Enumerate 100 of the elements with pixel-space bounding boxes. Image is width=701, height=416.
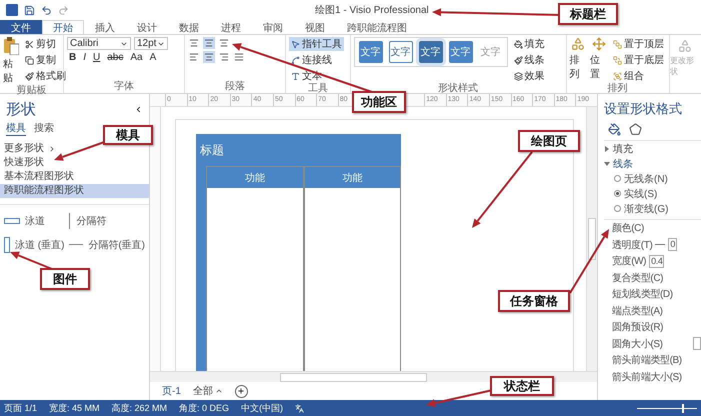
arrange-button[interactable]: 位置 [590, 37, 607, 81]
master-shape[interactable]: 泳道 [4, 213, 66, 229]
panel-title: 设置形状格式 [604, 100, 683, 118]
ribbon-tab[interactable]: 开始 [42, 20, 84, 34]
style-swatch[interactable]: 文字 [448, 41, 472, 63]
align-button[interactable] [202, 37, 215, 49]
status-text: 高度: 262 MM [112, 402, 168, 414]
add-page-button[interactable] [234, 384, 248, 398]
arrange-button[interactable]: 组合 [610, 69, 666, 83]
more-shapes-menu[interactable]: 更多形状 [0, 142, 149, 156]
align-icon [218, 52, 229, 62]
swimlane-shape[interactable]: 标题 功能 功能 [196, 134, 401, 371]
value-field[interactable] [693, 337, 701, 350]
page-tab[interactable]: 页-1 [162, 384, 181, 398]
bucket-icon[interactable] [608, 123, 621, 136]
language-icon[interactable] [295, 404, 304, 412]
value-field[interactable]: 0 [668, 238, 677, 252]
vertical-scrollbar[interactable] [586, 107, 597, 371]
collapse-icon[interactable] [134, 105, 143, 114]
lane-icon [4, 218, 20, 224]
all-pages-button[interactable]: 全部 [192, 384, 223, 398]
radio-option[interactable]: 实线(S) [604, 186, 701, 201]
pentagon-icon[interactable] [629, 123, 642, 136]
section-header[interactable]: 线条 [604, 156, 701, 171]
style-button[interactable]: 线条 [512, 53, 546, 67]
style-swatch[interactable]: 文字 [388, 41, 412, 63]
align-button[interactable] [218, 37, 230, 49]
master-shape[interactable]: 分隔符 [69, 213, 145, 229]
align-button[interactable] [232, 51, 245, 63]
callout-label: 功能区 [352, 91, 406, 113]
align-button[interactable] [188, 51, 200, 63]
align-button[interactable] [188, 37, 200, 49]
section-header[interactable]: 填充 [604, 141, 701, 156]
brush-icon [514, 56, 522, 64]
value-field[interactable]: 0.4 [649, 254, 664, 268]
ribbon-tab[interactable]: 数据 [168, 20, 210, 34]
tool-button[interactable]: 连接线 [289, 53, 344, 67]
style-swatch[interactable]: 文字 [418, 41, 442, 63]
align-icon [204, 52, 214, 62]
shapes-icon [570, 37, 585, 51]
copy-icon [25, 56, 34, 64]
ribbon-tab[interactable]: 视图 [294, 20, 336, 34]
separator-icon [69, 213, 72, 229]
style-swatch[interactable]: 文字 [358, 41, 382, 63]
vertical-lane-icon [4, 237, 10, 253]
callout-label: 模具 [103, 125, 153, 145]
ribbon-tab[interactable]: 进程 [210, 20, 252, 34]
callout-label: 状态栏 [490, 376, 554, 396]
format-button[interactable]: I [81, 52, 88, 63]
pointer-icon [291, 40, 300, 48]
style-button[interactable]: 效果 [512, 69, 546, 83]
file-tab[interactable]: 文件 [0, 20, 42, 34]
font-size-field[interactable]: 12pt [134, 37, 168, 50]
send-back-icon [612, 56, 622, 64]
status-text: 页面 1/1 [4, 402, 38, 414]
group-label: 剪贴板 [16, 85, 48, 97]
property-label: 宽度(W) [612, 254, 646, 268]
clipboard-button[interactable]: 格式刷 [23, 69, 68, 83]
status-text: 角度: 0 DEG [179, 402, 230, 414]
master-shape[interactable]: 分隔符(垂直) [69, 237, 145, 253]
align-icon [204, 38, 214, 48]
format-button[interactable]: abc [105, 52, 126, 63]
clipboard-button[interactable]: 复制 [23, 53, 68, 67]
save-icon[interactable] [24, 4, 35, 16]
panel-title: 形状 [6, 100, 36, 119]
property-label: 复合类型(C) [612, 272, 664, 285]
format-button[interactable]: U [91, 52, 102, 63]
panel-tab[interactable]: 搜索 [34, 121, 54, 136]
align-button[interactable] [218, 51, 230, 63]
clipboard-button[interactable]: 剪切 [23, 37, 68, 51]
ribbon-tab[interactable]: 插入 [84, 20, 126, 34]
font-field[interactable]: Calibri [67, 37, 131, 50]
stencil-item[interactable]: 基本流程图形状 [0, 170, 149, 184]
arrange-button[interactable]: 置于底层 [610, 53, 666, 67]
align-icon [188, 38, 199, 48]
property-label: 圆角大小(S) [612, 338, 663, 351]
radio-option[interactable]: 无线条(N) [604, 171, 701, 186]
shapes-icon [678, 39, 692, 53]
arrange-button[interactable]: 置于顶层 [610, 37, 666, 51]
arrange-button[interactable]: 排列 [570, 37, 586, 81]
undo-icon[interactable] [41, 4, 52, 16]
stencil-item[interactable]: 跨职能流程图形状 [0, 184, 149, 198]
property-label: 透明度(T) [612, 238, 652, 252]
panel-tab[interactable]: 模具 [6, 121, 26, 136]
ribbon-tab[interactable]: 设计 [126, 20, 168, 34]
style-button[interactable]: 填充 [512, 37, 546, 51]
ribbon-tab[interactable]: 跨职能流程图 [336, 20, 418, 34]
radio-option[interactable]: 渐变线(G) [604, 201, 701, 216]
format-button[interactable]: B [67, 52, 78, 63]
format-button[interactable]: A [148, 52, 158, 63]
format-button[interactable]: Aa [128, 52, 145, 63]
master-shape[interactable]: 泳道 (垂直) [4, 237, 66, 253]
status-text: 宽度: 45 MM [49, 402, 100, 414]
tool-button[interactable]: 指针工具 [289, 37, 344, 51]
paste-button[interactable]: 粘贴 [3, 37, 19, 85]
ribbon-tab[interactable]: 审阅 [252, 20, 294, 34]
align-button[interactable] [202, 51, 215, 63]
property-label: 箭头前端大小(S) [612, 370, 682, 384]
callout-label: 标题栏 [558, 3, 618, 25]
stencil-item[interactable]: 快速形状 [0, 156, 149, 170]
